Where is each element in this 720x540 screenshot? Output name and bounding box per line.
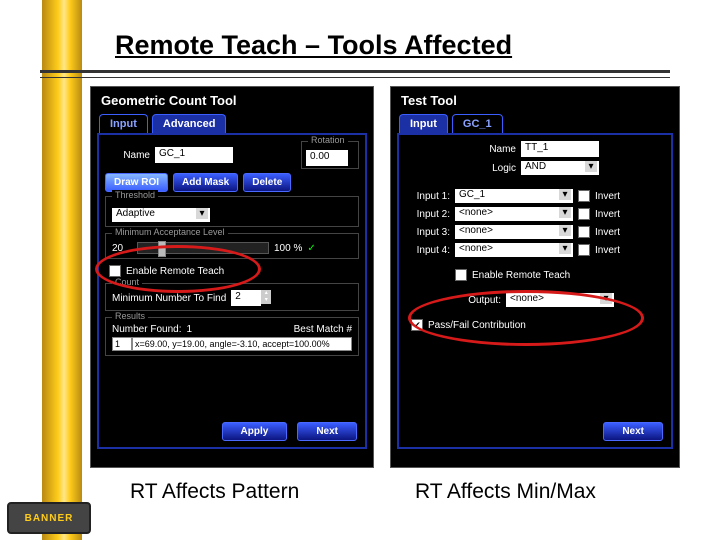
check-icon: ✓: [307, 243, 315, 254]
panel-body-right: Name TT_1 Logic AND Input 1: GC_1 Invert I…: [397, 133, 673, 449]
add-mask-button[interactable]: Add Mask: [173, 173, 238, 192]
min-accept-slider[interactable]: [137, 242, 269, 254]
next-button-left[interactable]: Next: [297, 422, 357, 441]
enable-rt-checkbox[interactable]: [109, 265, 121, 277]
threshold-legend: Threshold: [112, 190, 158, 200]
threshold-dropdown[interactable]: Adaptive: [112, 208, 210, 222]
next-button-right[interactable]: Next: [603, 422, 663, 441]
input4-invert-checkbox[interactable]: [578, 244, 590, 256]
logic-label: Logic: [471, 163, 516, 174]
enable-rt-label-right: Enable Remote Teach: [472, 270, 570, 281]
panel-title-left: Geometric Count Tool: [91, 87, 373, 112]
name-input-right[interactable]: TT_1: [521, 141, 599, 157]
tab-input-right[interactable]: Input: [399, 114, 448, 133]
found-value: 1: [186, 324, 192, 335]
input1-invert-label: Invert: [595, 191, 623, 202]
caption-right: RT Affects Min/Max: [415, 480, 596, 504]
logic-dropdown[interactable]: AND: [521, 161, 599, 175]
tab-row-left: Input Advanced: [91, 114, 373, 133]
name-label-right: Name: [471, 144, 516, 155]
enable-rt-checkbox-right[interactable]: [455, 269, 467, 281]
results-table: 1 x=69.00, y=19.00, angle=-3.10, accept=…: [112, 337, 352, 351]
input2-invert-checkbox[interactable]: [578, 208, 590, 220]
found-label: Number Found:: [112, 324, 181, 335]
input4-invert-label: Invert: [595, 245, 623, 256]
min-accept-pct: 100 %: [274, 243, 302, 254]
input4-label: Input 4:: [405, 245, 450, 256]
title-underline: [40, 70, 670, 78]
input1-label: Input 1:: [405, 191, 450, 202]
banner-logo: BANNER: [7, 502, 91, 534]
panel-title-right: Test Tool: [391, 87, 679, 112]
input1-dropdown[interactable]: GC_1: [455, 189, 573, 203]
output-label: Output:: [456, 295, 501, 306]
count-spinner[interactable]: 2 ▴▾: [231, 290, 271, 306]
input4-dropdown[interactable]: <none>: [455, 243, 573, 257]
name-input[interactable]: GC_1: [155, 147, 233, 163]
min-accept-value: 20: [112, 243, 132, 254]
input3-dropdown[interactable]: <none>: [455, 225, 573, 239]
input1-invert-checkbox[interactable]: [578, 190, 590, 202]
name-label: Name: [105, 150, 150, 161]
gold-sidebar: [42, 0, 82, 540]
test-tool-panel: Test Tool Input GC_1 Name TT_1 Logic AND…: [390, 86, 680, 468]
apply-button[interactable]: Apply: [222, 422, 288, 441]
geometric-count-panel: Geometric Count Tool Input Advanced Name…: [90, 86, 374, 468]
delete-button[interactable]: Delete: [243, 173, 291, 192]
input3-label: Input 3:: [405, 227, 450, 238]
rotation-legend: Rotation: [308, 135, 348, 145]
best-match-label: Best Match #: [294, 324, 352, 335]
count-label: Minimum Number To Find: [112, 293, 226, 304]
tab-advanced[interactable]: Advanced: [152, 114, 227, 133]
input2-dropdown[interactable]: <none>: [455, 207, 573, 221]
input3-invert-checkbox[interactable]: [578, 226, 590, 238]
input3-invert-label: Invert: [595, 227, 623, 238]
caption-left: RT Affects Pattern: [130, 480, 299, 504]
tab-row-right: Input GC_1: [391, 114, 679, 133]
page-title: Remote Teach – Tools Affected: [115, 30, 512, 61]
enable-rt-label: Enable Remote Teach: [126, 266, 224, 277]
tab-input[interactable]: Input: [99, 114, 148, 133]
rotation-input[interactable]: 0.00: [306, 150, 348, 166]
input2-label: Input 2:: [405, 209, 450, 220]
passfail-checkbox[interactable]: [411, 319, 423, 331]
passfail-label: Pass/Fail Contribution: [428, 320, 526, 331]
min-accept-legend: Minimum Acceptance Level: [112, 227, 228, 237]
results-legend: Results: [112, 311, 148, 321]
input2-invert-label: Invert: [595, 209, 623, 220]
output-dropdown[interactable]: <none>: [506, 293, 614, 307]
panel-body-left: Name GC_1 Rotation 0.00 Draw ROI Add Mas…: [97, 133, 367, 449]
tab-gc1[interactable]: GC_1: [452, 114, 503, 133]
count-legend: Count: [112, 277, 142, 287]
